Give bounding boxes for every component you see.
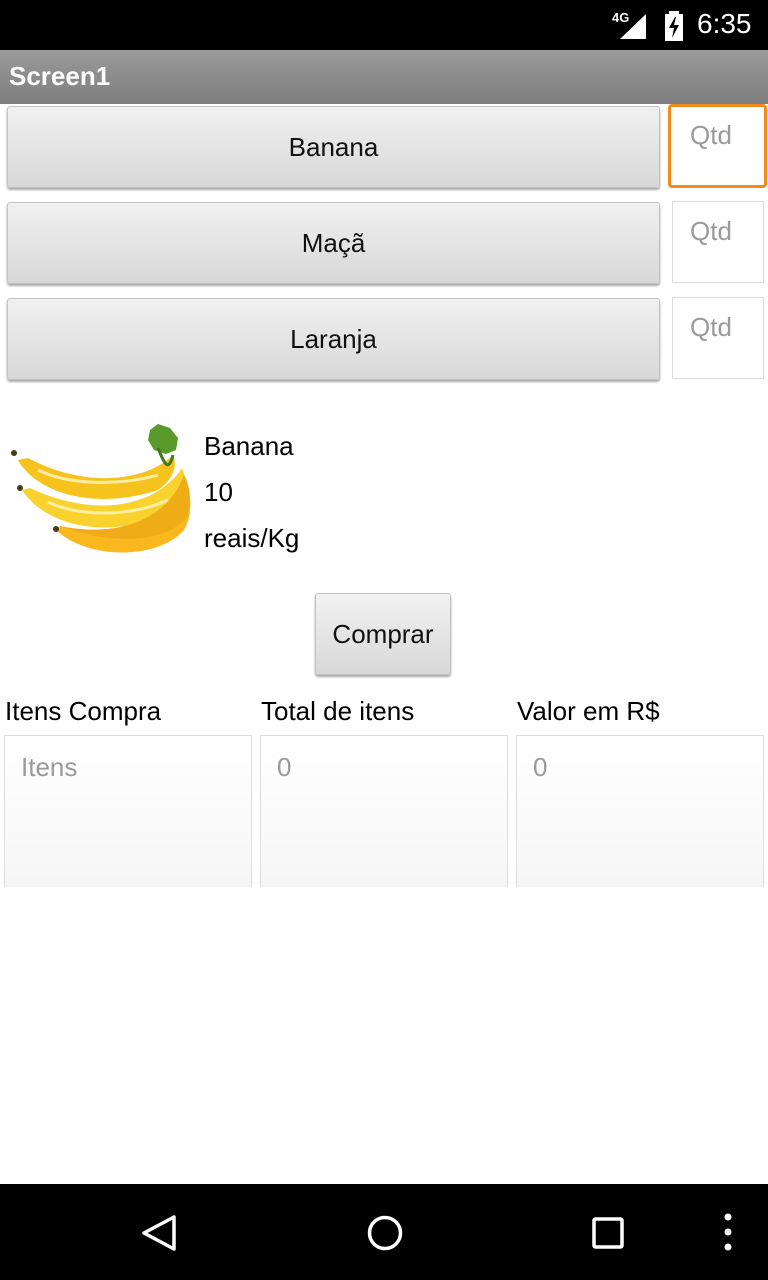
clock: 6:35 — [697, 8, 752, 39]
orange-qty-input[interactable]: Qtd — [672, 297, 764, 379]
banana-qty-input[interactable]: Qtd — [668, 104, 767, 188]
apple-button[interactable]: Maçã — [7, 202, 660, 284]
product-unit: reais/Kg — [204, 523, 300, 553]
items-textarea[interactable]: Itens — [4, 735, 252, 887]
orange-button[interactable]: Laranja — [7, 298, 660, 380]
screen-title: Screen1 — [9, 61, 111, 91]
apple-qty-input[interactable]: Qtd — [672, 201, 764, 283]
status-bar: 4G 6:35 — [0, 0, 768, 50]
title-bar: Screen1 — [0, 50, 768, 104]
value-field[interactable]: 0 — [516, 735, 764, 887]
items-label: Itens Compra — [5, 696, 162, 726]
battery-charging-icon — [665, 11, 683, 41]
recent-apps-icon[interactable] — [591, 1216, 625, 1250]
back-icon[interactable] — [140, 1213, 180, 1253]
home-icon[interactable] — [366, 1214, 404, 1252]
buy-button[interactable]: Comprar — [315, 593, 451, 675]
product-price: 10 — [204, 477, 233, 507]
overflow-menu-icon[interactable] — [718, 1212, 738, 1252]
banana-button[interactable]: Banana — [7, 106, 660, 188]
navigation-bar — [0, 1184, 768, 1280]
signal-icon — [620, 14, 646, 39]
banana-bunch-image — [11, 424, 191, 553]
product-name: Banana — [204, 431, 294, 461]
value-label: Valor em R$ — [517, 696, 660, 726]
total-items-field[interactable]: 0 — [260, 735, 508, 887]
total-items-label: Total de itens — [261, 696, 415, 726]
